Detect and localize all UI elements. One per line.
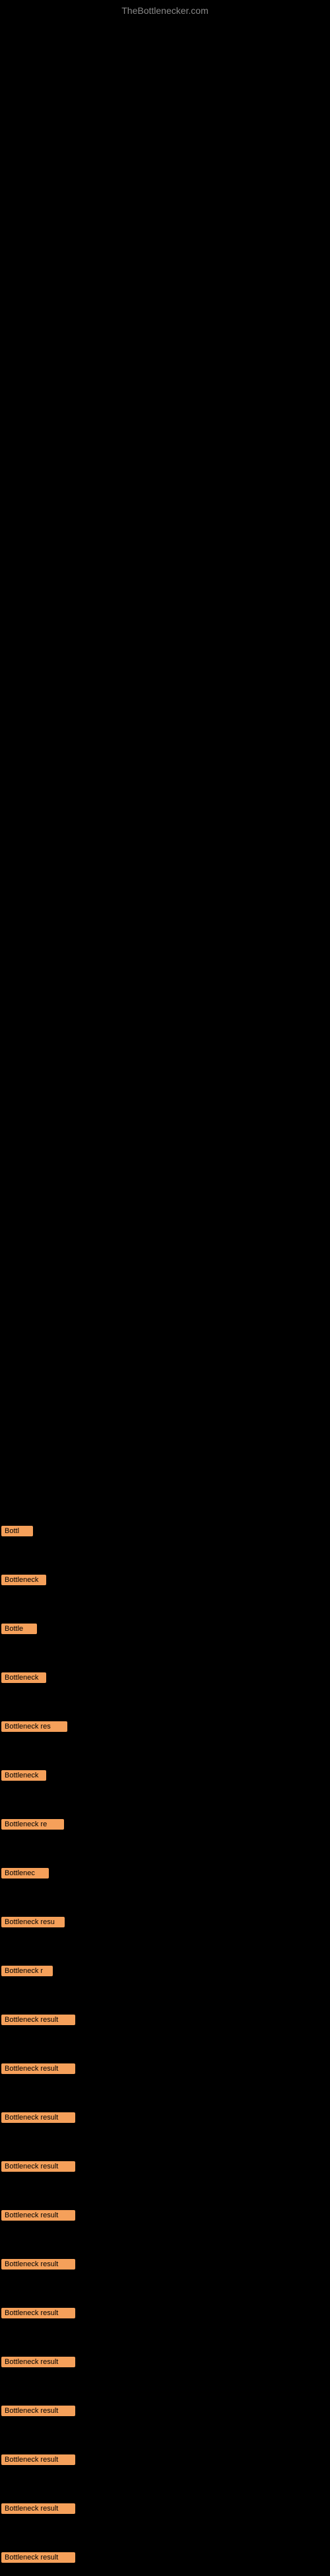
list-item: Bottleneck result: [1, 2551, 330, 2563]
bottleneck-result-label: Bottleneck: [1, 1770, 46, 1781]
chart-area: [0, 18, 330, 1524]
bottleneck-result-label: Bottleneck resu: [1, 1917, 65, 1927]
list-item: Bottleneck result: [1, 2404, 330, 2416]
bottleneck-result-label: Bottleneck result: [1, 2406, 75, 2416]
bottleneck-result-label: Bottleneck result: [1, 2112, 75, 2123]
site-title: TheBottlenecker.com: [0, 0, 330, 18]
bottleneck-result-label: Bottleneck res: [1, 1721, 67, 1732]
item-row: Bottl: [1, 1524, 330, 1536]
list-item: Bottleneck result: [1, 2209, 330, 2221]
item-row: Bottleneck: [1, 1769, 330, 1781]
bottleneck-result-label: Bottleneck: [1, 1575, 46, 1585]
bottleneck-result-label: Bottleneck re: [1, 1819, 64, 1830]
bottleneck-result-label: Bottleneck result: [1, 2063, 75, 2074]
item-row: Bottleneck result: [1, 2453, 330, 2465]
bottleneck-result-label: Bottlenec: [1, 1868, 49, 1878]
list-item: Bottleneck result: [1, 2111, 330, 2123]
item-row: Bottleneck result: [1, 2111, 330, 2123]
list-item: Bottleneck resu: [1, 1915, 330, 1927]
item-row: Bottleneck re: [1, 1818, 330, 1830]
item-row: Bottleneck: [1, 1573, 330, 1585]
item-row: Bottleneck result: [1, 2062, 330, 2074]
item-row: Bottleneck result: [1, 2502, 330, 2514]
list-item: Bottleneck result: [1, 2258, 330, 2270]
bottleneck-result-label: Bottleneck result: [1, 2357, 75, 2367]
item-row: Bottleneck res: [1, 1720, 330, 1732]
item-row: Bottlenec: [1, 1867, 330, 1878]
item-row: Bottleneck result: [1, 2551, 330, 2563]
bottleneck-result-label: Bottleneck result: [1, 2015, 75, 2025]
list-item: Bottle: [1, 1622, 330, 1634]
list-item: Bottleneck: [1, 1671, 330, 1683]
bottleneck-result-label: Bottleneck result: [1, 2210, 75, 2221]
site-title-container: TheBottlenecker.com: [0, 0, 330, 18]
bottleneck-result-label: Bottleneck result: [1, 2552, 75, 2563]
list-item: Bottleneck result: [1, 2013, 330, 2025]
bottleneck-result-label: Bottleneck result: [1, 2161, 75, 2172]
item-row: Bottleneck result: [1, 2307, 330, 2318]
list-item: Bottleneck result: [1, 2453, 330, 2465]
item-row: Bottleneck result: [1, 2209, 330, 2221]
item-row: Bottleneck result: [1, 2258, 330, 2270]
list-item: Bottleneck r: [1, 1964, 330, 1976]
item-row: Bottleneck result: [1, 2355, 330, 2367]
bottleneck-result-label: Bottleneck result: [1, 2308, 75, 2318]
list-item: Bottleneck result: [1, 2160, 330, 2172]
list-item: Bottleneck: [1, 1769, 330, 1781]
list-item: Bottleneck re: [1, 1818, 330, 1830]
bottleneck-result-label: Bottleneck result: [1, 2454, 75, 2465]
item-row: Bottleneck result: [1, 2013, 330, 2025]
bottleneck-result-label: Bottleneck result: [1, 2259, 75, 2270]
item-row: Bottleneck: [1, 1671, 330, 1683]
bottleneck-result-label: Bottl: [1, 1526, 33, 1536]
bottleneck-result-label: Bottleneck result: [1, 2503, 75, 2514]
list-item: Bottleneck: [1, 1573, 330, 1585]
item-row: Bottleneck resu: [1, 1915, 330, 1927]
bottleneck-result-label: Bottleneck: [1, 1672, 46, 1683]
results-area: Bottl Bottleneck Bottle Bottleneck Bottlenec…: [0, 1524, 330, 2563]
list-item: Bottleneck result: [1, 2502, 330, 2514]
item-row: Bottleneck r: [1, 1964, 330, 1976]
bottleneck-result-label: Bottleneck r: [1, 1966, 53, 1976]
bottleneck-result-label: Bottle: [1, 1624, 37, 1634]
list-item: Bottleneck result: [1, 2062, 330, 2074]
item-row: Bottle: [1, 1622, 330, 1634]
list-item: Bottleneck result: [1, 2307, 330, 2318]
list-item: Bottleneck res: [1, 1720, 330, 1732]
item-row: Bottleneck result: [1, 2160, 330, 2172]
item-row: Bottleneck result: [1, 2404, 330, 2416]
list-item: Bottlenec: [1, 1867, 330, 1878]
list-item: Bottleneck result: [1, 2355, 330, 2367]
list-item: Bottl: [1, 1524, 330, 1536]
